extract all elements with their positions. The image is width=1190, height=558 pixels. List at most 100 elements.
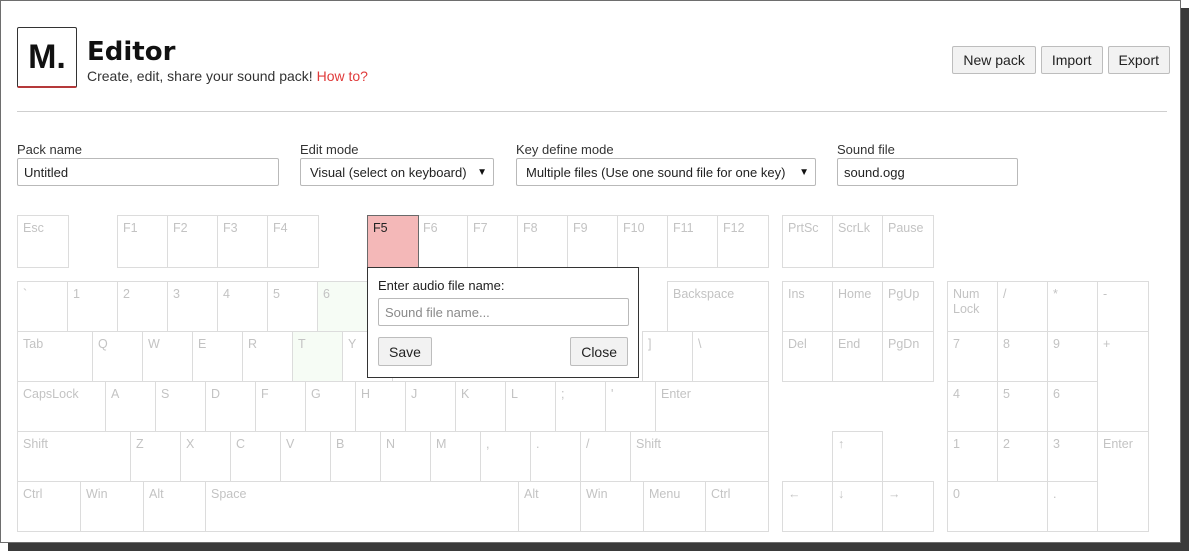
- key-a[interactable]: A: [105, 381, 156, 432]
- key-period[interactable]: .: [530, 431, 581, 482]
- key-2[interactable]: 2: [117, 281, 168, 332]
- key-num-subtract[interactable]: -: [1097, 281, 1149, 332]
- key-r[interactable]: R: [242, 331, 293, 382]
- key-e[interactable]: E: [192, 331, 243, 382]
- key-c[interactable]: C: [230, 431, 281, 482]
- key-arrow-left[interactable]: ←: [782, 481, 833, 532]
- key-comma[interactable]: ,: [480, 431, 531, 482]
- key-n[interactable]: N: [380, 431, 431, 482]
- key-del[interactable]: Del: [782, 331, 833, 382]
- key-x[interactable]: X: [180, 431, 231, 482]
- key-f3[interactable]: F3: [217, 215, 268, 268]
- key-num-divide[interactable]: /: [997, 281, 1048, 332]
- key-left-ctrl[interactable]: Ctrl: [17, 481, 81, 532]
- key-w[interactable]: W: [142, 331, 193, 382]
- key-num-add[interactable]: +: [1097, 331, 1149, 432]
- key-num-decimal[interactable]: .: [1047, 481, 1098, 532]
- key-home[interactable]: Home: [832, 281, 883, 332]
- key-tab[interactable]: Tab: [17, 331, 93, 382]
- key-backslash[interactable]: \: [692, 331, 769, 382]
- new-pack-button[interactable]: New pack: [952, 46, 1036, 74]
- key-backspace[interactable]: Backspace: [667, 281, 769, 332]
- key-arrow-right[interactable]: →: [882, 481, 934, 532]
- key-right-bracket[interactable]: ]: [642, 331, 693, 382]
- key-enter[interactable]: Enter: [655, 381, 769, 432]
- key-g[interactable]: G: [305, 381, 356, 432]
- key-b[interactable]: B: [330, 431, 381, 482]
- key-q[interactable]: Q: [92, 331, 143, 382]
- key-f12[interactable]: F12: [717, 215, 769, 268]
- key-esc[interactable]: Esc: [17, 215, 69, 268]
- key-define-mode-select[interactable]: Multiple files (Use one sound file for o…: [516, 158, 816, 186]
- key-space[interactable]: Space: [205, 481, 519, 532]
- key-z[interactable]: Z: [130, 431, 181, 482]
- key-num-multiply[interactable]: *: [1047, 281, 1098, 332]
- key-f2[interactable]: F2: [167, 215, 218, 268]
- key-f7[interactable]: F7: [467, 215, 518, 268]
- key-scrlk[interactable]: ScrLk: [832, 215, 883, 268]
- export-button[interactable]: Export: [1107, 46, 1170, 74]
- key-f11[interactable]: F11: [667, 215, 718, 268]
- key-pgup[interactable]: PgUp: [882, 281, 934, 332]
- close-button[interactable]: Close: [570, 337, 628, 366]
- save-button[interactable]: Save: [378, 337, 432, 366]
- key-s[interactable]: S: [155, 381, 206, 432]
- key-quote[interactable]: ': [605, 381, 656, 432]
- key-m[interactable]: M: [430, 431, 481, 482]
- key-slash[interactable]: /: [580, 431, 631, 482]
- key-f[interactable]: F: [255, 381, 306, 432]
- pack-name-input[interactable]: [17, 158, 279, 186]
- key-pgdn[interactable]: PgDn: [882, 331, 934, 382]
- key-k[interactable]: K: [455, 381, 506, 432]
- key-f8[interactable]: F8: [517, 215, 568, 268]
- key-arrow-up[interactable]: ↑: [832, 431, 883, 482]
- key-d[interactable]: D: [205, 381, 256, 432]
- key-numlock[interactable]: Num Lock: [947, 281, 998, 332]
- key-menu[interactable]: Menu: [643, 481, 707, 532]
- key-f10[interactable]: F10: [617, 215, 668, 268]
- key-f1[interactable]: F1: [117, 215, 168, 268]
- key-ins[interactable]: Ins: [782, 281, 833, 332]
- key-v[interactable]: V: [280, 431, 331, 482]
- key-f4[interactable]: F4: [267, 215, 319, 268]
- key-num-4[interactable]: 4: [947, 381, 998, 432]
- sound-file-input[interactable]: [837, 158, 1018, 186]
- key-capslock[interactable]: CapsLock: [17, 381, 106, 432]
- key-right-win[interactable]: Win: [580, 481, 644, 532]
- key-left-win[interactable]: Win: [80, 481, 144, 532]
- key-pause[interactable]: Pause: [882, 215, 934, 268]
- key-f5[interactable]: F5: [367, 215, 419, 268]
- key-h[interactable]: H: [355, 381, 406, 432]
- key-right-alt[interactable]: Alt: [518, 481, 582, 532]
- key-4[interactable]: 4: [217, 281, 268, 332]
- key-l[interactable]: L: [505, 381, 556, 432]
- key-3[interactable]: 3: [167, 281, 218, 332]
- key-num-9[interactable]: 9: [1047, 331, 1098, 382]
- key-1[interactable]: 1: [67, 281, 118, 332]
- import-button[interactable]: Import: [1040, 46, 1103, 74]
- key-right-ctrl[interactable]: Ctrl: [705, 481, 769, 532]
- key-num-enter[interactable]: Enter: [1097, 431, 1149, 532]
- key-f9[interactable]: F9: [567, 215, 618, 268]
- key-num-6[interactable]: 6: [1047, 381, 1098, 432]
- how-to-link[interactable]: How to?: [317, 68, 368, 84]
- key-t[interactable]: T: [292, 331, 343, 382]
- edit-mode-select[interactable]: Visual (select on keyboard) ▼: [300, 158, 494, 186]
- key-right-shift[interactable]: Shift: [630, 431, 769, 482]
- key-j[interactable]: J: [405, 381, 456, 432]
- key-f6[interactable]: F6: [417, 215, 468, 268]
- key-num-7[interactable]: 7: [947, 331, 998, 382]
- key-prtsc[interactable]: PrtSc: [782, 215, 833, 268]
- key-arrow-down[interactable]: ↓: [832, 481, 883, 532]
- key-left-alt[interactable]: Alt: [143, 481, 207, 532]
- key-num-0[interactable]: 0: [947, 481, 1048, 532]
- key-end[interactable]: End: [832, 331, 883, 382]
- key-num-5[interactable]: 5: [997, 381, 1048, 432]
- key-backtick[interactable]: `: [17, 281, 68, 332]
- key-num-3[interactable]: 3: [1047, 431, 1098, 482]
- key-num-2[interactable]: 2: [997, 431, 1048, 482]
- key-semicolon[interactable]: ;: [555, 381, 606, 432]
- key-num-8[interactable]: 8: [997, 331, 1048, 382]
- sound-file-name-input[interactable]: [378, 298, 629, 326]
- key-5[interactable]: 5: [267, 281, 318, 332]
